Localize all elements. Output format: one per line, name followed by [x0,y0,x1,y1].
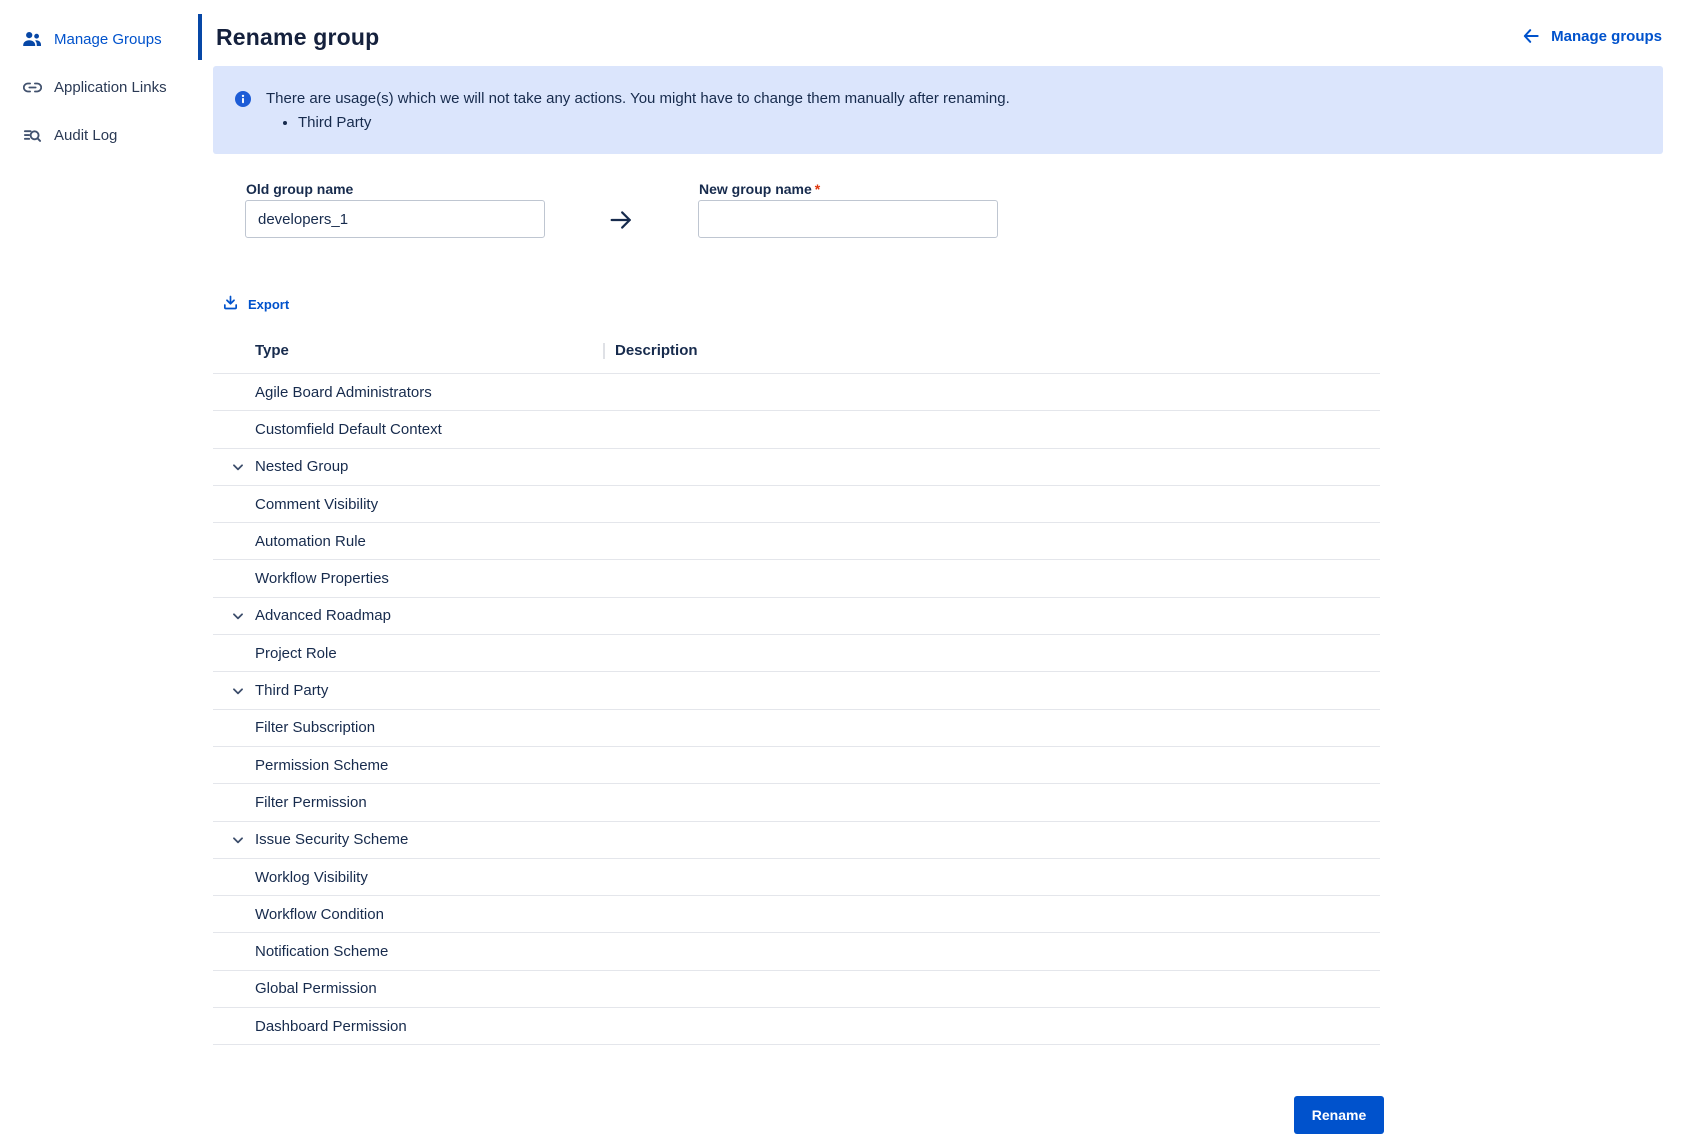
row-type-cell: Nested Group [213,458,603,475]
banner-message: There are usage(s) which we will not tak… [266,90,1010,107]
table-row: Agile Board Administrators [213,374,1380,411]
sidebar-item-application-links[interactable]: Application Links [0,70,198,104]
page-title-block: Rename group [198,14,379,60]
info-icon [235,91,251,107]
link-icon [22,77,42,97]
row-type-cell: Permission Scheme [213,757,603,774]
row-type-cell: Workflow Condition [213,906,603,923]
new-group-name-input[interactable] [698,200,998,238]
table-row: Permission Scheme [213,747,1380,784]
row-type-cell: Filter Permission [213,794,603,811]
required-asterisk: * [815,181,820,197]
back-link-label: Manage groups [1551,28,1662,45]
export-label: Export [248,297,289,312]
table-row: Project Role [213,635,1380,672]
row-type-cell: Notification Scheme [213,943,603,960]
table-row: Comment Visibility [213,486,1380,523]
sidebar-item-label: Manage Groups [54,31,162,48]
banner-usage-list: Third Party [298,112,371,131]
usage-table: Type Description Agile Board Administrat… [213,328,1380,1045]
sidebar-item-audit-log[interactable]: Audit Log [0,118,198,152]
table-row: Worklog Visibility [213,859,1380,896]
page-title: Rename group [216,24,379,51]
chevron-down-icon[interactable] [228,598,248,634]
sidebar-item-manage-groups[interactable]: Manage Groups [0,22,198,56]
column-header-type: Type [213,342,603,359]
table-row: Notification Scheme [213,933,1380,970]
arrow-right-icon [607,206,635,239]
column-header-description: Description [603,342,1380,359]
chevron-down-icon[interactable] [228,822,248,858]
table-row: Customfield Default Context [213,411,1380,448]
download-icon [222,294,239,314]
new-group-name-label: New group name* [699,181,820,197]
table-row: Workflow Condition [213,896,1380,933]
row-type-cell: Customfield Default Context [213,421,603,438]
audit-log-icon [22,125,42,145]
usage-warning-banner: There are usage(s) which we will not tak… [213,66,1663,154]
column-divider [603,343,605,359]
row-type-cell: Advanced Roadmap [213,607,603,624]
back-arrow-icon [1521,26,1541,46]
old-group-name-label: Old group name [246,181,353,197]
row-type-cell: Filter Subscription [213,719,603,736]
row-type-cell: Agile Board Administrators [213,384,603,401]
table-row: Issue Security Scheme [213,822,1380,859]
row-type-cell: Dashboard Permission [213,1018,603,1035]
row-type-cell: Project Role [213,645,603,662]
table-row: Global Permission [213,971,1380,1008]
chevron-down-icon[interactable] [228,449,248,485]
table-row: Dashboard Permission [213,1008,1380,1045]
table-row: Automation Rule [213,523,1380,560]
row-type-cell: Automation Rule [213,533,603,550]
row-type-cell: Third Party [213,682,603,699]
row-type-cell: Worklog Visibility [213,869,603,886]
table-row: Filter Subscription [213,710,1380,747]
rename-button[interactable]: Rename [1294,1096,1384,1134]
table-row: Advanced Roadmap [213,598,1380,635]
table-row: Third Party [213,672,1380,709]
row-type-cell: Global Permission [213,980,603,997]
sidebar-item-label: Application Links [54,79,167,96]
export-button[interactable]: Export [222,294,289,314]
banner-usage-item: Third Party [298,114,371,131]
row-type-cell: Comment Visibility [213,496,603,513]
old-group-name-input[interactable] [245,200,545,238]
back-to-manage-groups-link[interactable]: Manage groups [1521,26,1662,46]
table-row: Nested Group [213,449,1380,486]
row-type-cell: Issue Security Scheme [213,831,603,848]
sidebar-item-label: Audit Log [54,127,117,144]
table-header-row: Type Description [213,328,1380,374]
people-icon [22,29,42,49]
row-type-cell: Workflow Properties [213,570,603,587]
table-row: Workflow Properties [213,560,1380,597]
chevron-down-icon[interactable] [228,672,248,708]
usage-table-body: Agile Board Administrators Customfield D… [213,374,1380,1045]
table-row: Filter Permission [213,784,1380,821]
sidebar: Manage Groups Application Links Audit Lo… [0,0,198,1137]
